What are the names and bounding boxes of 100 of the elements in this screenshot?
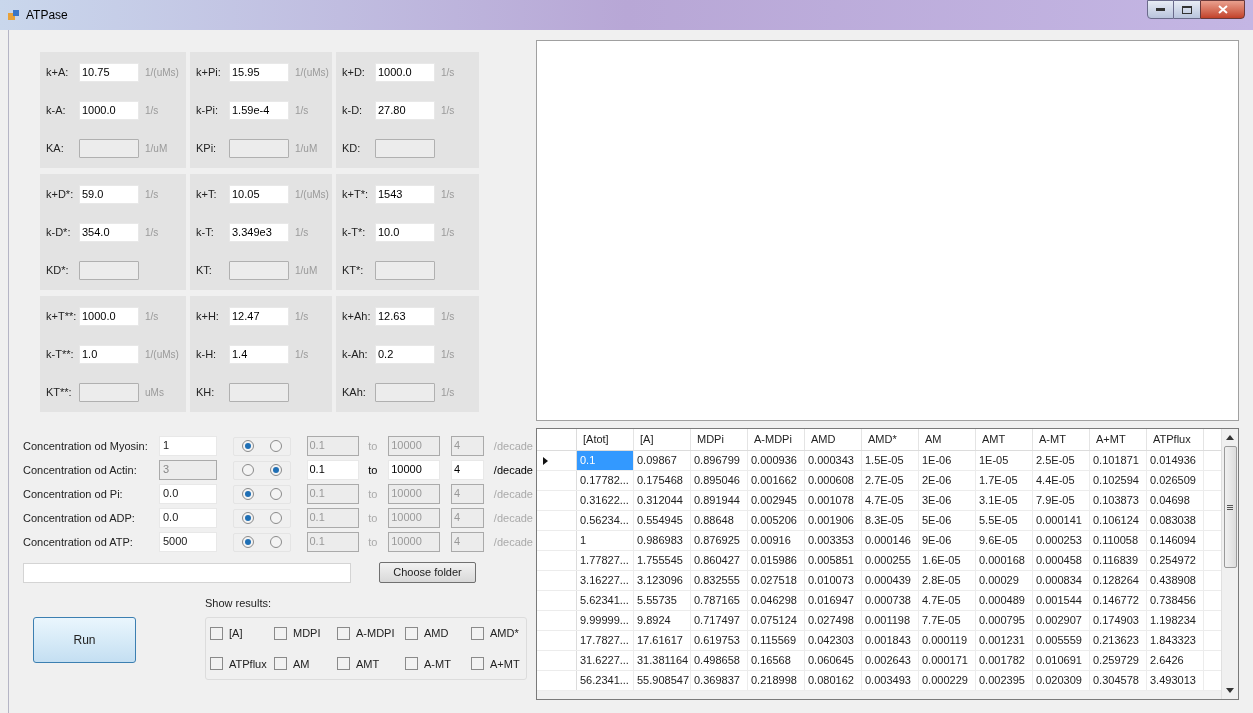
checkbox-label[interactable]: AMT [356, 655, 380, 672]
concentration-field[interactable]: 0.0 [159, 508, 217, 528]
table-cell: 0.103873 [1090, 491, 1147, 510]
parameter-field[interactable]: 1.0 [79, 344, 139, 364]
checkbox-label[interactable]: AM [293, 655, 310, 672]
scroll-down-icon[interactable] [1226, 688, 1234, 693]
parameter-label: KH: [196, 384, 216, 400]
radio-button[interactable] [241, 488, 254, 500]
column-header[interactable]: A+MT [1090, 429, 1147, 450]
maximize-button[interactable] [1174, 0, 1200, 19]
range-from-field[interactable]: 0.1 [306, 460, 360, 480]
per-decade-field[interactable]: 4 [450, 460, 484, 480]
table-cell: 8.3E-05 [862, 511, 919, 530]
radio-button[interactable] [269, 488, 282, 500]
column-header[interactable]: MDPi [691, 429, 748, 450]
concentration-field[interactable]: 0.0 [159, 484, 217, 504]
parameter-field[interactable]: 1543 [375, 184, 435, 204]
table-cell: 1.6E-05 [919, 551, 976, 570]
parameter-field[interactable]: 1.59e-4 [229, 100, 289, 120]
close-button[interactable] [1200, 0, 1245, 19]
radio-button[interactable] [269, 512, 282, 524]
run-button[interactable]: Run [33, 617, 136, 663]
checkbox-label[interactable]: A-MT [424, 655, 451, 672]
concentration-field[interactable]: 5000 [159, 532, 217, 552]
column-header[interactable]: [Atot] [577, 429, 634, 450]
checkbox[interactable] [337, 626, 350, 640]
table-cell: 0.002395 [976, 671, 1033, 690]
scroll-up-icon[interactable] [1226, 435, 1234, 440]
checkbox[interactable] [471, 657, 484, 671]
concentration-field[interactable]: 1 [159, 436, 217, 456]
parameter-field[interactable]: 0.2 [375, 344, 435, 364]
parameter-field[interactable]: 3.349e3 [229, 222, 289, 242]
table-cell: 1.5E-05 [862, 451, 919, 470]
column-header[interactable]: A-MDPi [748, 429, 805, 450]
table-cell: 0.259729 [1090, 651, 1147, 670]
checkbox[interactable] [210, 657, 223, 671]
table-cell: 0.146772 [1090, 591, 1147, 610]
range-to-field[interactable]: 10000 [388, 460, 440, 480]
checkbox[interactable] [471, 626, 484, 640]
concentration-label: Concentration od ATP: [23, 534, 134, 550]
checkbox-label[interactable]: ATPflux [229, 655, 267, 672]
parameter-field[interactable]: 12.63 [375, 306, 435, 326]
parameter-field[interactable]: 59.0 [79, 184, 139, 204]
radio-button[interactable] [241, 440, 254, 452]
minimize-button[interactable] [1147, 0, 1174, 19]
parameter-field[interactable]: 1000.0 [79, 100, 139, 120]
checkbox-label[interactable]: A+MT [490, 655, 520, 672]
parameter-field[interactable]: 1000.0 [79, 306, 139, 326]
radio-button[interactable] [241, 536, 254, 548]
unit-label: 1/s [441, 65, 455, 80]
checkbox[interactable] [274, 626, 287, 640]
radio-button[interactable] [269, 464, 282, 476]
radio-button[interactable] [269, 536, 282, 548]
checkbox-label[interactable]: AMD* [490, 625, 519, 642]
to-label: to [368, 510, 379, 526]
checkbox-label[interactable]: MDPI [293, 625, 321, 642]
checkbox[interactable] [210, 626, 223, 640]
parameter-label: k+Pi: [196, 64, 222, 80]
per-decade-label: /decade [493, 486, 533, 502]
radio-button[interactable] [241, 464, 254, 476]
checkbox[interactable] [405, 657, 418, 671]
table-cell: 0.010073 [805, 571, 862, 590]
vertical-scrollbar[interactable] [1221, 429, 1238, 699]
parameter-field[interactable]: 354.0 [79, 222, 139, 242]
parameter-field[interactable]: 12.47 [229, 306, 289, 326]
checkbox-label[interactable]: [A] [229, 625, 243, 642]
parameter-field[interactable]: 27.80 [375, 100, 435, 120]
table-cell: 1E-05 [976, 451, 1033, 470]
column-header[interactable]: A-MT [1033, 429, 1090, 450]
checkbox[interactable] [274, 657, 287, 671]
parameter-field[interactable]: 10.05 [229, 184, 289, 204]
parameter-field[interactable]: 15.95 [229, 62, 289, 82]
column-header[interactable]: AMT [976, 429, 1033, 450]
minimize-icon [1156, 8, 1165, 11]
parameter-label: k-H: [196, 346, 218, 362]
parameter-field[interactable]: 1.4 [229, 344, 289, 364]
table-cell: 0.005559 [1033, 631, 1090, 650]
checkbox[interactable] [337, 657, 350, 671]
checkbox-label[interactable]: AMD [424, 625, 449, 642]
concentration-label: Concentration od Myosin: [23, 438, 149, 454]
choose-folder-button[interactable]: Choose folder [379, 562, 476, 583]
radio-button[interactable] [269, 440, 282, 452]
table-cell: 0.09867 [634, 451, 691, 470]
parameter-field[interactable]: 10.0 [375, 222, 435, 242]
column-header[interactable]: AMD* [862, 429, 919, 450]
parameter-field[interactable]: 1000.0 [375, 62, 435, 82]
column-header[interactable]: AM [919, 429, 976, 450]
checkbox[interactable] [405, 626, 418, 640]
scrollbar-thumb[interactable] [1223, 446, 1237, 568]
checkbox-label[interactable]: A-MDPI [356, 625, 395, 642]
table-cell: 0.213623 [1090, 631, 1147, 650]
parameter-field[interactable]: 10.75 [79, 62, 139, 82]
column-header[interactable]: ATPflux [1147, 429, 1204, 450]
table-cell: 0.115569 [748, 631, 805, 650]
radio-button[interactable] [241, 512, 254, 524]
column-header[interactable]: [A] [634, 429, 691, 450]
column-header[interactable]: AMD [805, 429, 862, 450]
parameter-label: k-Pi: [196, 102, 219, 118]
table-cell: 0.860427 [691, 551, 748, 570]
folder-path-field[interactable] [23, 562, 351, 583]
